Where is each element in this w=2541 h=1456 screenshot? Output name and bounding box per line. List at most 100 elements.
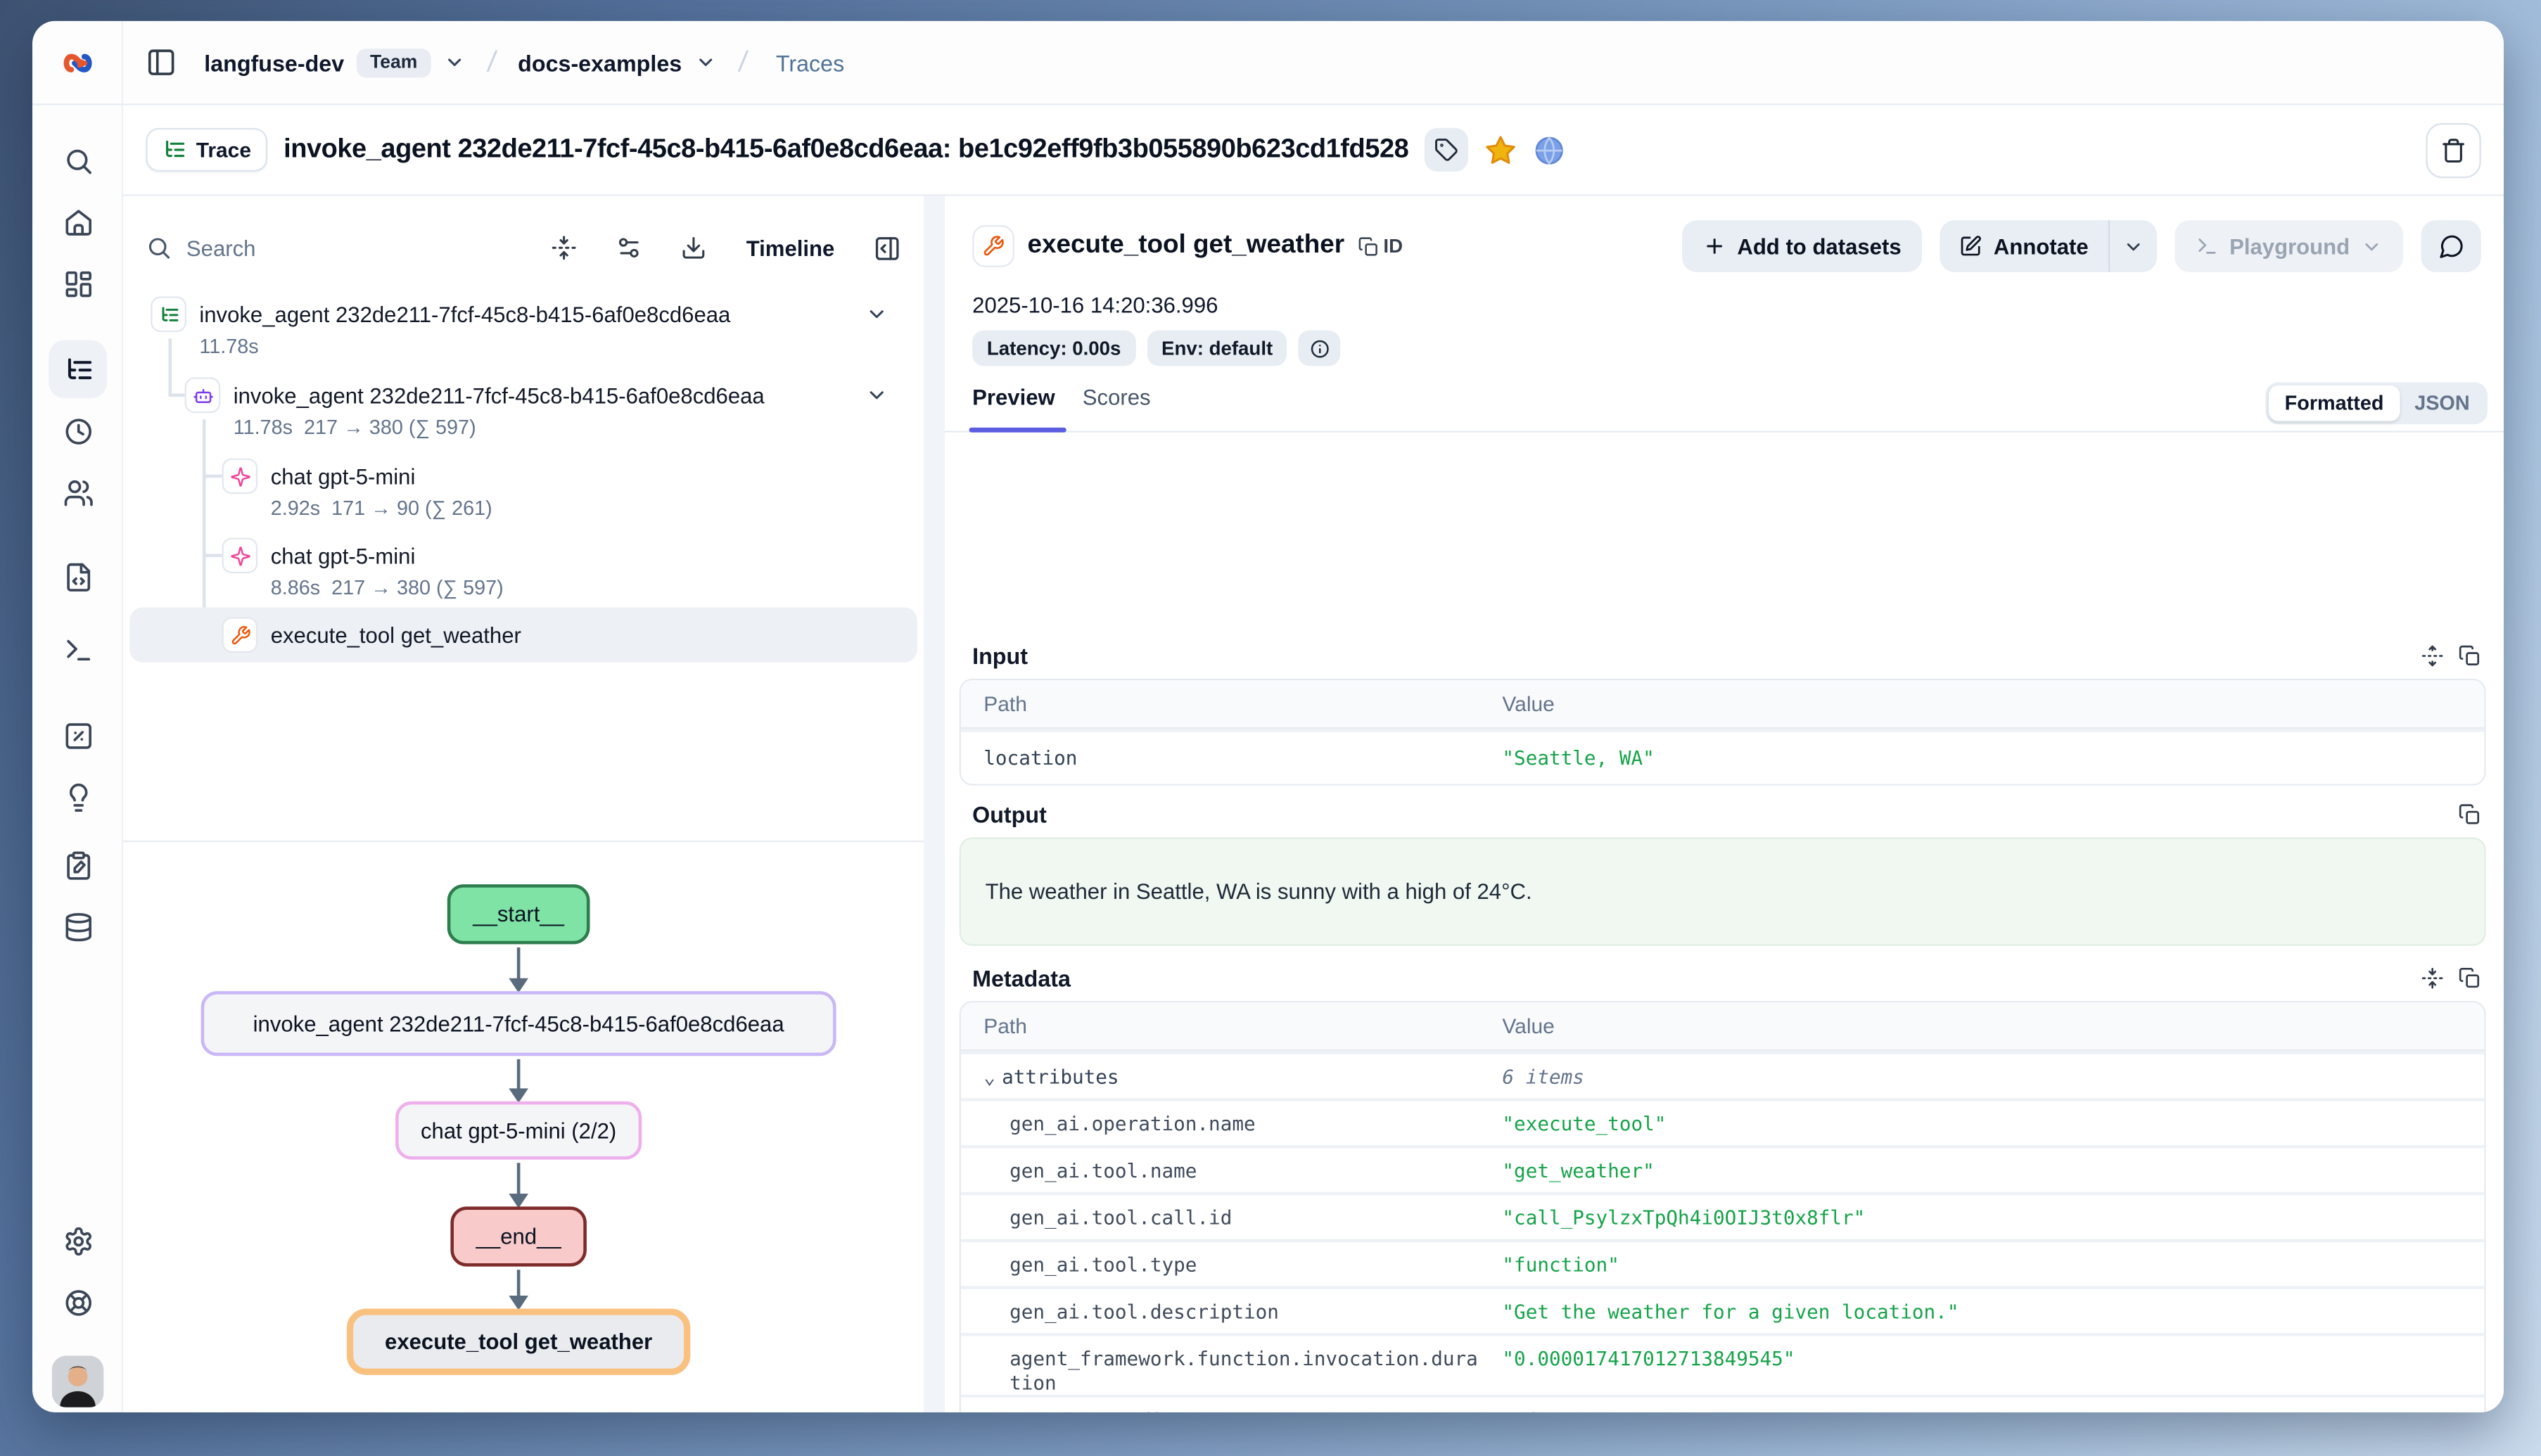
format-toggle: Formatted JSON (2265, 382, 2488, 424)
workspace-name[interactable]: langfuse-dev (204, 49, 344, 75)
graph-node-agent[interactable]: invoke_agent 232de211-7fcf-45c8-b415-6af… (201, 991, 836, 1056)
table-row[interactable]: gen_ai.tool.description "Get the weather… (961, 1286, 2484, 1333)
tree-row-tool-selected[interactable]: execute_tool get_weather (129, 617, 917, 656)
tree-row-generation[interactable]: chat gpt-5-mini 8.86s 217 → 380 (∑ 597) (129, 537, 917, 612)
view-settings-icon[interactable] (616, 235, 642, 261)
tree-row-generation[interactable]: chat gpt-5-mini 2.92s 171 → 90 (∑ 261) (129, 459, 917, 533)
table-row[interactable]: location "Seattle, WA" (961, 729, 2484, 784)
sidebar-toggle-button[interactable] (146, 47, 177, 78)
expand-section-icon[interactable] (2421, 644, 2444, 667)
table-row[interactable]: agent_framework.function.invocation.dura… (961, 1333, 2484, 1394)
search-icon (146, 235, 172, 261)
observation-timestamp: 2025-10-16 14:20:36.996 (972, 293, 1218, 318)
add-to-datasets-label: Add to datasets (1737, 234, 1901, 259)
graph-node-label: invoke_agent 232de211-7fcf-45c8-b415-6af… (253, 1011, 784, 1036)
chevron-down-icon[interactable] (865, 303, 888, 326)
scores-percent-icon[interactable] (49, 706, 107, 765)
collapse-section-icon[interactable] (2421, 967, 2444, 990)
user-avatar[interactable] (52, 1355, 104, 1407)
download-icon[interactable] (682, 235, 708, 261)
input-table: Path Value location "Seattle, WA" (960, 679, 2486, 786)
message-circle-icon (2438, 234, 2464, 260)
comments-button[interactable] (2421, 220, 2481, 272)
project-chevron-down-icon[interactable] (695, 52, 716, 73)
breadcrumb: langfuse-dev Team / docs-examples / Trac… (123, 21, 2504, 103)
dashboard-icon[interactable] (49, 255, 107, 313)
graph-node-label: execute_tool get_weather (385, 1329, 652, 1354)
table-row-group[interactable]: ⌄attributes 6 items (961, 1051, 2484, 1098)
project-name[interactable]: docs-examples (518, 49, 682, 75)
chevron-down-icon[interactable]: ⌄ (983, 1066, 995, 1090)
tree-row-label: chat gpt-5-mini (271, 465, 416, 490)
tag-button[interactable] (1425, 128, 1468, 172)
tab-preview[interactable]: Preview (972, 385, 1055, 410)
output-box: The weather in Seattle, WA is sunny with… (960, 837, 2486, 945)
copy-output-icon[interactable] (2459, 803, 2481, 826)
detail-tabs: Preview Scores Formatted JSON (945, 382, 2504, 432)
timeline-toggle-button[interactable]: Timeline (746, 236, 835, 260)
metadata-table: Path Value ⌄attributes 6 items gen_ai.op… (960, 1001, 2486, 1412)
copy-id-button[interactable]: ID (1358, 235, 1403, 257)
chevron-down-icon[interactable]: ⌄ (983, 1409, 995, 1412)
evals-lightbulb-icon[interactable] (49, 767, 107, 826)
row-value: 4 items (1502, 1409, 1584, 1412)
row-value: "Get the weather for a given location." (1502, 1301, 1959, 1323)
tracing-icon[interactable] (49, 340, 107, 399)
copy-metadata-icon[interactable] (2459, 967, 2481, 990)
agent-graph: __start__ invoke_agent 232de211-7fcf-45c… (123, 842, 924, 1412)
terminal-icon[interactable] (49, 620, 107, 679)
playground-label: Playground (2229, 234, 2350, 259)
chevron-down-icon[interactable] (865, 384, 888, 407)
home-icon[interactable] (49, 193, 107, 251)
graph-node-generation[interactable]: chat gpt-5-mini (2/2) (395, 1101, 642, 1160)
table-row[interactable]: gen_ai.operation.name "execute_tool" (961, 1098, 2484, 1145)
collapse-panel-icon[interactable] (874, 234, 901, 262)
graph-node-start[interactable]: __start__ (447, 884, 590, 944)
toggle-json[interactable]: JSON (2400, 392, 2484, 414)
table-row[interactable]: gen_ai.tool.call.id "call_PsylzxTpQh4i0O… (961, 1192, 2484, 1239)
generation-sparkles-icon (229, 545, 250, 566)
annotation-clipboard-icon[interactable] (49, 836, 107, 894)
table-row-group[interactable]: ⌄resourceAttributes 4 items (961, 1395, 2484, 1412)
prompts-code-icon[interactable] (49, 547, 107, 606)
row-value: "Seattle, WA" (1502, 746, 1654, 769)
plus-icon (1703, 235, 1726, 257)
row-value: "function" (1502, 1253, 1619, 1276)
search-input[interactable] (186, 236, 430, 260)
copy-input-icon[interactable] (2459, 644, 2481, 667)
tree-row-label: invoke_agent 232de211-7fcf-45c8-b415-6af… (199, 303, 730, 328)
playground-button[interactable]: Playground (2174, 220, 2403, 272)
tab-scores[interactable]: Scores (1083, 385, 1151, 410)
sessions-clock-icon[interactable] (49, 402, 107, 460)
info-badge[interactable] (1299, 331, 1341, 366)
annotate-label: Annotate (1994, 234, 2089, 259)
bookmark-star-button[interactable] (1485, 134, 1517, 166)
tag-icon (1434, 138, 1459, 162)
search-icon[interactable] (49, 132, 107, 190)
public-globe-button[interactable] (1534, 134, 1566, 166)
trace-badge-label: Trace (196, 138, 251, 162)
settings-gear-icon[interactable] (49, 1211, 107, 1270)
annotate-button[interactable]: Annotate (1940, 220, 2108, 272)
toggle-formatted[interactable]: Formatted (2269, 385, 2400, 421)
workspace-chevron-down-icon[interactable] (443, 52, 464, 73)
table-row[interactable]: gen_ai.tool.name "get_weather" (961, 1145, 2484, 1192)
metadata-section-heading: Metadata (972, 965, 1071, 991)
add-to-datasets-button[interactable]: Add to datasets (1682, 220, 1923, 272)
row-value: "call_PsylzxTpQh4i0OIJ3t0x8flr" (1502, 1206, 1865, 1229)
trace-tree-icon (162, 138, 186, 162)
annotate-dropdown-button[interactable] (2110, 220, 2157, 272)
users-icon[interactable] (49, 464, 107, 522)
graph-edge (517, 947, 521, 980)
tree-row-agent[interactable]: invoke_agent 232de211-7fcf-45c8-b415-6af… (129, 377, 917, 452)
table-row[interactable]: gen_ai.tool.type "function" (961, 1239, 2484, 1286)
delete-trace-button[interactable] (2426, 122, 2480, 177)
graph-node-end[interactable]: __end__ (450, 1206, 586, 1266)
collapse-all-icon[interactable] (552, 235, 578, 261)
tree-row-trace[interactable]: invoke_agent 232de211-7fcf-45c8-b415-6af… (129, 296, 917, 371)
datasets-database-icon[interactable] (49, 898, 107, 956)
breadcrumb-section[interactable]: Traces (776, 49, 844, 75)
row-key: gen_ai.operation.name (1010, 1113, 1489, 1137)
support-lifebuoy-icon[interactable] (49, 1273, 107, 1332)
graph-node-tool-selected[interactable]: execute_tool get_weather (347, 1308, 690, 1374)
